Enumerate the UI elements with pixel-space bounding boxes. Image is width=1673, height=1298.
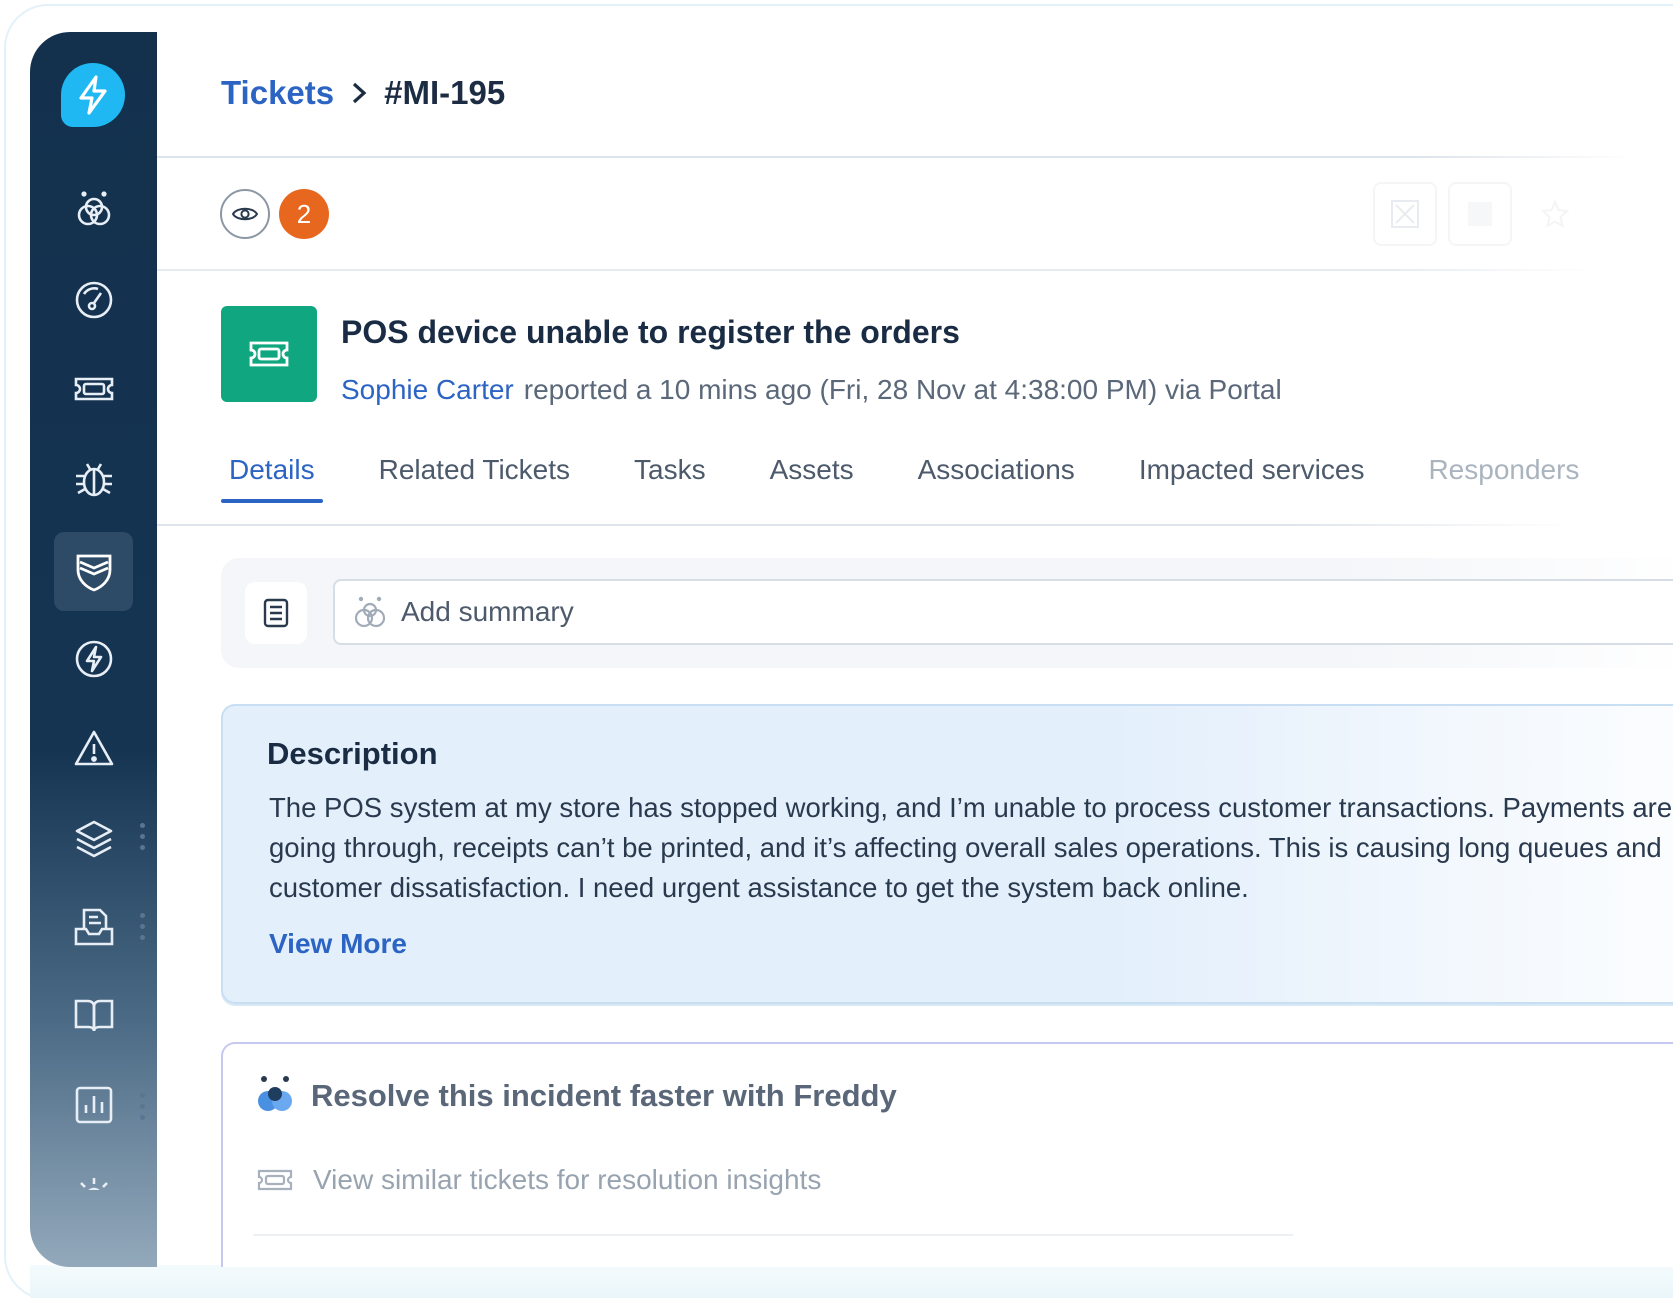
more-actions-button[interactable] xyxy=(1448,182,1512,246)
similar-tickets-text: View similar tickets for resolution insi… xyxy=(313,1164,822,1195)
description-line: The POS system at my store has stopped w… xyxy=(269,792,1673,823)
main-content: Tickets #MI-195 2 POS device unable to r… xyxy=(157,32,1673,1267)
layers-icon xyxy=(75,820,112,857)
eye-icon xyxy=(232,207,258,221)
ticket-icon xyxy=(257,1169,293,1191)
app-logo[interactable] xyxy=(61,63,125,127)
sidebar-item-tickets[interactable] xyxy=(54,349,133,428)
chevron-right-icon xyxy=(350,81,368,105)
breadcrumb: Tickets #MI-195 xyxy=(221,74,505,112)
sidebar-expand-handle-2[interactable] xyxy=(140,913,146,943)
sidebar-item-releases[interactable] xyxy=(54,887,133,966)
tab-tasks[interactable]: Tasks xyxy=(626,442,714,500)
tab-associations[interactable]: Associations xyxy=(910,442,1083,500)
tabs-divider xyxy=(157,524,1577,526)
sidebar-item-assets[interactable] xyxy=(54,799,133,878)
freddy-ai-icon xyxy=(354,596,386,628)
summary-bar: Add summary xyxy=(221,558,1673,668)
tab-related-tickets[interactable]: Related Tickets xyxy=(371,442,578,500)
star-button[interactable] xyxy=(1523,182,1587,246)
warning-icon xyxy=(74,730,113,765)
shield-icon xyxy=(76,554,111,591)
document-icon xyxy=(263,598,289,628)
ticket-tabs: Details Related Tickets Tasks Assets Ass… xyxy=(221,442,1635,503)
summary-doc-button[interactable] xyxy=(245,582,307,644)
reporter-link[interactable]: Sophie Carter xyxy=(341,374,514,405)
view-more-link[interactable]: View More xyxy=(269,928,407,960)
bug-icon xyxy=(75,462,112,496)
sidebar-item-settings[interactable] xyxy=(54,1150,133,1190)
ticket-meta-text: reported a 10 mins ago (Fri, 28 Nov at 4… xyxy=(523,374,1282,405)
sidebar-item-incidents[interactable] xyxy=(54,532,133,611)
freddy-logo-icon xyxy=(255,1074,295,1119)
sidebar-expand-handle-3[interactable] xyxy=(140,1093,146,1123)
description-line: customer dissatisfaction. I need urgent … xyxy=(269,872,1249,903)
tab-details[interactable]: Details xyxy=(221,442,323,503)
sidebar xyxy=(30,32,157,1267)
watchers-count-badge[interactable]: 2 xyxy=(279,189,329,239)
gear-icon xyxy=(79,1178,108,1190)
tab-assets[interactable]: Assets xyxy=(762,442,862,500)
star-icon xyxy=(1540,199,1570,229)
toolbar-divider xyxy=(157,269,1597,271)
freddy-title: Resolve this incident faster with Freddy xyxy=(311,1078,897,1113)
tab-impacted-services[interactable]: Impacted services xyxy=(1131,442,1373,500)
freddy-divider xyxy=(253,1234,1293,1236)
watch-button[interactable] xyxy=(220,189,270,239)
summary-placeholder: Add summary xyxy=(401,596,574,627)
sidebar-item-dashboard[interactable] xyxy=(54,260,133,339)
sidebar-item-alerts[interactable] xyxy=(54,709,133,788)
breadcrumb-tickets-link[interactable]: Tickets xyxy=(221,74,334,112)
sidebar-expand-handle[interactable] xyxy=(140,823,146,853)
close-ticket-button[interactable] xyxy=(1373,182,1437,246)
lightning-circle-icon xyxy=(75,640,112,677)
ticket-title: POS device unable to register the orders xyxy=(341,314,960,350)
tab-responders[interactable]: Responders xyxy=(1420,442,1587,500)
book-icon xyxy=(74,999,113,1031)
breadcrumb-current: #MI-195 xyxy=(384,74,506,111)
bar-chart-icon xyxy=(75,1086,112,1123)
header-divider xyxy=(157,156,1637,158)
freddy-card: Resolve this incident faster with Freddy… xyxy=(221,1042,1673,1267)
frame-bottom xyxy=(30,1265,1673,1298)
document-tray-icon xyxy=(74,908,113,945)
ticket-meta: Sophie Carter reported a 10 mins ago (Fri… xyxy=(341,374,1282,406)
incident-type-icon xyxy=(221,306,317,402)
sidebar-item-reports[interactable] xyxy=(54,1065,133,1144)
sidebar-item-problems[interactable] xyxy=(54,438,133,517)
dashboard-icon xyxy=(75,281,112,318)
lightning-icon xyxy=(79,75,107,115)
description-body: The POS system at my store has stopped w… xyxy=(269,788,1673,908)
ticket-icon xyxy=(249,341,289,367)
sidebar-item-changes[interactable] xyxy=(54,619,133,698)
square-icon xyxy=(1468,202,1492,226)
description-line: going through, receipts can’t be printed… xyxy=(269,832,1662,863)
summary-input[interactable]: Add summary xyxy=(333,579,1673,645)
similar-tickets-suggestion[interactable]: View similar tickets for resolution insi… xyxy=(257,1164,821,1196)
tickets-icon xyxy=(74,377,113,400)
sidebar-item-freddy[interactable] xyxy=(54,169,133,248)
description-card: Description The POS system at my store h… xyxy=(221,704,1673,1004)
description-title: Description xyxy=(267,736,438,771)
close-box-icon xyxy=(1391,200,1419,228)
freddy-icon xyxy=(77,190,110,225)
sidebar-item-solutions[interactable] xyxy=(54,975,133,1054)
